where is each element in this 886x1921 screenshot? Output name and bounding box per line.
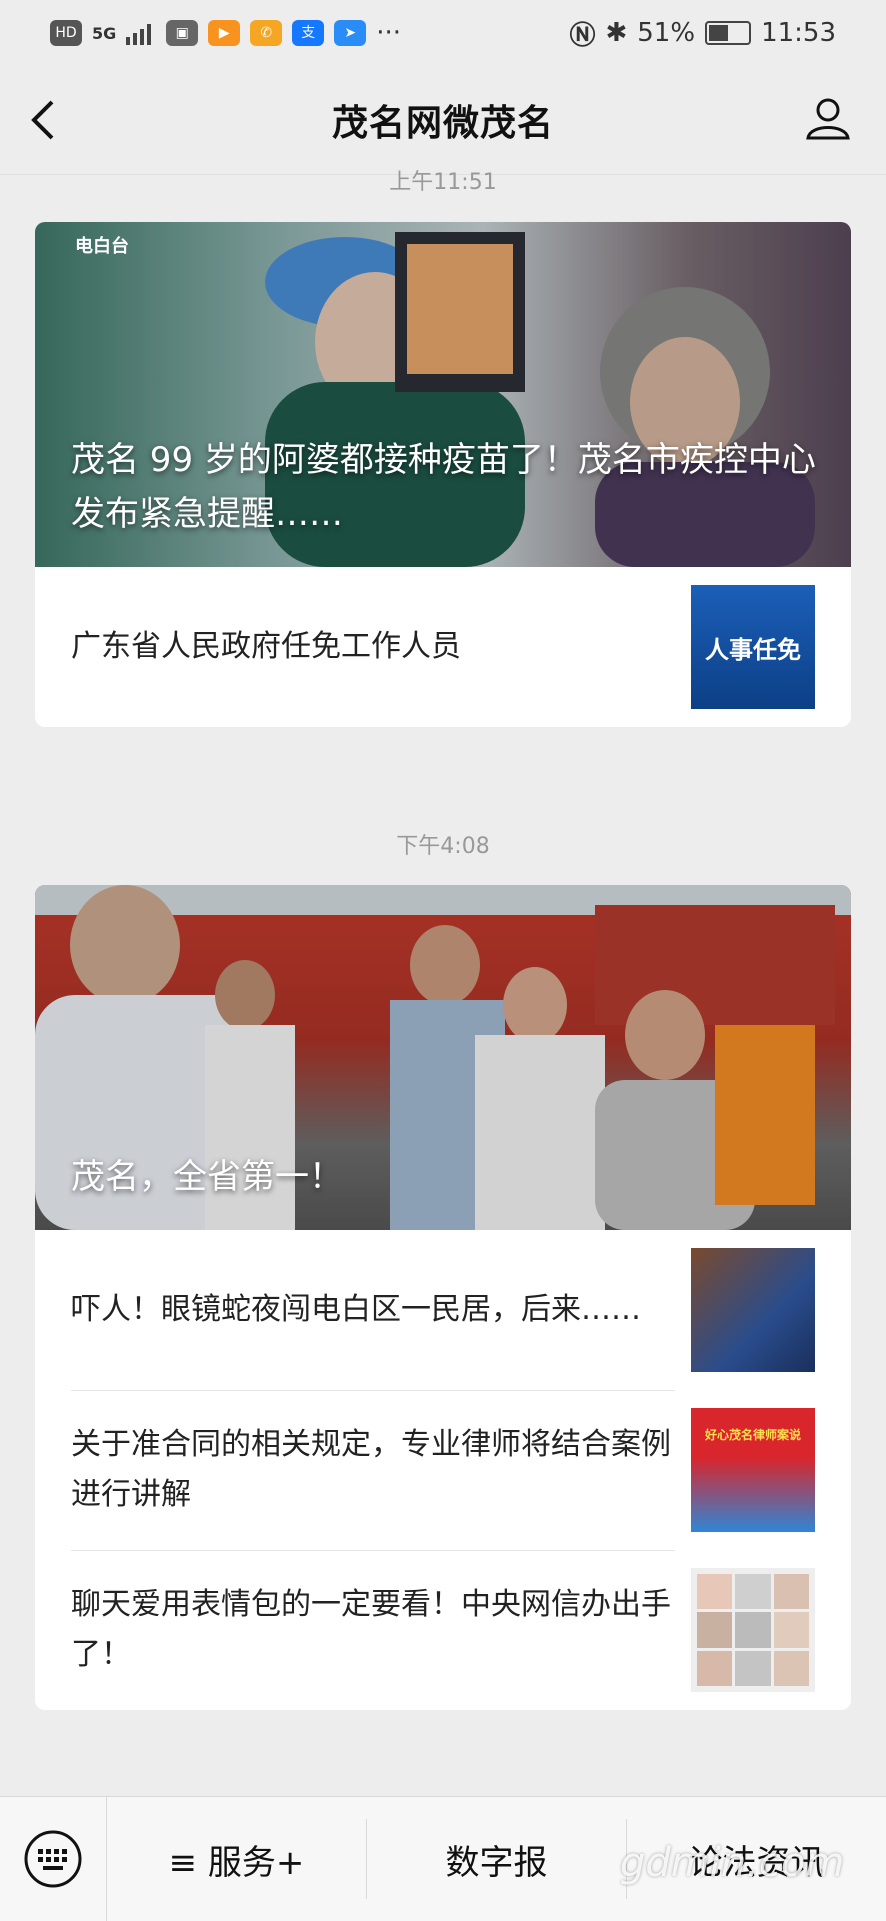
article-thumbnail bbox=[691, 1568, 815, 1692]
signal-icon bbox=[126, 24, 152, 45]
network-type: 5G bbox=[92, 23, 117, 43]
article-card: 电白台 茂名 99 岁的阿婆都接种疫苗了！茂名市疾控中心发布紧急提醒…… 广东省… bbox=[35, 222, 851, 727]
huawei-app-icon: ▣ bbox=[166, 20, 199, 46]
list-item[interactable]: 关于准合同的相关规定，专业律师将结合案例进行讲解 好心茂名律师案说 bbox=[35, 1390, 851, 1550]
chevron-left-icon[interactable] bbox=[28, 96, 58, 144]
nav-bar: 茂名网微茂名 bbox=[0, 66, 886, 175]
hd-badge: HD bbox=[50, 20, 82, 46]
article-title: 关于准合同的相关规定，专业律师将结合案例进行讲解 bbox=[71, 1427, 671, 1512]
video-app-icon: ▶ bbox=[208, 20, 241, 46]
alipay-icon: 支 bbox=[292, 20, 325, 46]
article-thumbnail: 人事任免 bbox=[691, 585, 815, 709]
hero-title: 茂名，全省第一！ bbox=[71, 1157, 343, 1197]
status-left: HD 5G ▣ ▶ ✆ 支 ➤ ··· bbox=[50, 18, 401, 48]
phone-app-icon: ✆ bbox=[250, 20, 283, 46]
keyboard-toggle[interactable] bbox=[0, 1797, 107, 1921]
article-title: 广东省人民政府任免工作人员 bbox=[71, 629, 461, 664]
more-notifications: ··· bbox=[376, 18, 402, 48]
tv-badge: 电白台 bbox=[75, 236, 129, 257]
battery-percent: 51% bbox=[637, 18, 696, 48]
status-right: Ⓝ ✱ 51% 11:53 bbox=[569, 15, 836, 52]
article-title: 聊天爱用表情包的一定要看！中央网信办出手了！ bbox=[71, 1587, 671, 1672]
article-card: 茂名，全省第一！ 吓人！眼镜蛇夜闯电白区一民居，后来…… 关于准合同的相关规定，… bbox=[35, 885, 851, 1710]
nfc-icon: Ⓝ bbox=[569, 20, 596, 51]
send-app-icon: ➤ bbox=[334, 20, 367, 46]
list-item[interactable]: 聊天爱用表情包的一定要看！中央网信办出手了！ bbox=[35, 1550, 851, 1710]
message-timestamp: 上午11:51 bbox=[389, 170, 497, 195]
article-thumbnail: 好心茂名律师案说 bbox=[691, 1408, 815, 1532]
watermark: gdmin.com bbox=[620, 1840, 845, 1886]
article-thumbnail bbox=[691, 1248, 815, 1372]
list-item[interactable]: 广东省人民政府任免工作人员 人事任免 bbox=[35, 567, 851, 727]
article-title: 吓人！眼镜蛇夜闯电白区一民居，后来…… bbox=[71, 1292, 641, 1327]
menu-digital-paper[interactable]: 数字报 bbox=[367, 1819, 627, 1899]
clock: 11:53 bbox=[761, 18, 836, 48]
hero-title: 茂名 99 岁的阿婆都接种疫苗了！茂名市疾控中心发布紧急提醒…… bbox=[71, 440, 816, 534]
list-item[interactable]: 吓人！眼镜蛇夜闯电白区一民居，后来…… bbox=[35, 1230, 851, 1390]
keyboard-icon bbox=[24, 1830, 82, 1888]
message-timestamp: 下午4:08 bbox=[396, 834, 490, 859]
hero-article[interactable]: 茂名，全省第一！ bbox=[35, 885, 851, 1230]
status-bar: HD 5G ▣ ▶ ✆ 支 ➤ ··· Ⓝ ✱ 51% 11:53 bbox=[0, 0, 886, 66]
user-icon[interactable] bbox=[804, 94, 852, 142]
hero-article[interactable]: 电白台 茂名 99 岁的阿婆都接种疫苗了！茂名市疾控中心发布紧急提醒…… bbox=[35, 222, 851, 567]
thumbnail-label: 人事任免 bbox=[705, 635, 801, 664]
battery-icon bbox=[705, 21, 752, 45]
bluetooth-icon: ✱ bbox=[605, 18, 628, 48]
thumbnail-label: 好心茂名律师案说 bbox=[704, 1428, 801, 1442]
menu-services[interactable]: ≡ 服务+ bbox=[107, 1819, 367, 1899]
page-title: 茂名网微茂名 bbox=[331, 103, 554, 144]
